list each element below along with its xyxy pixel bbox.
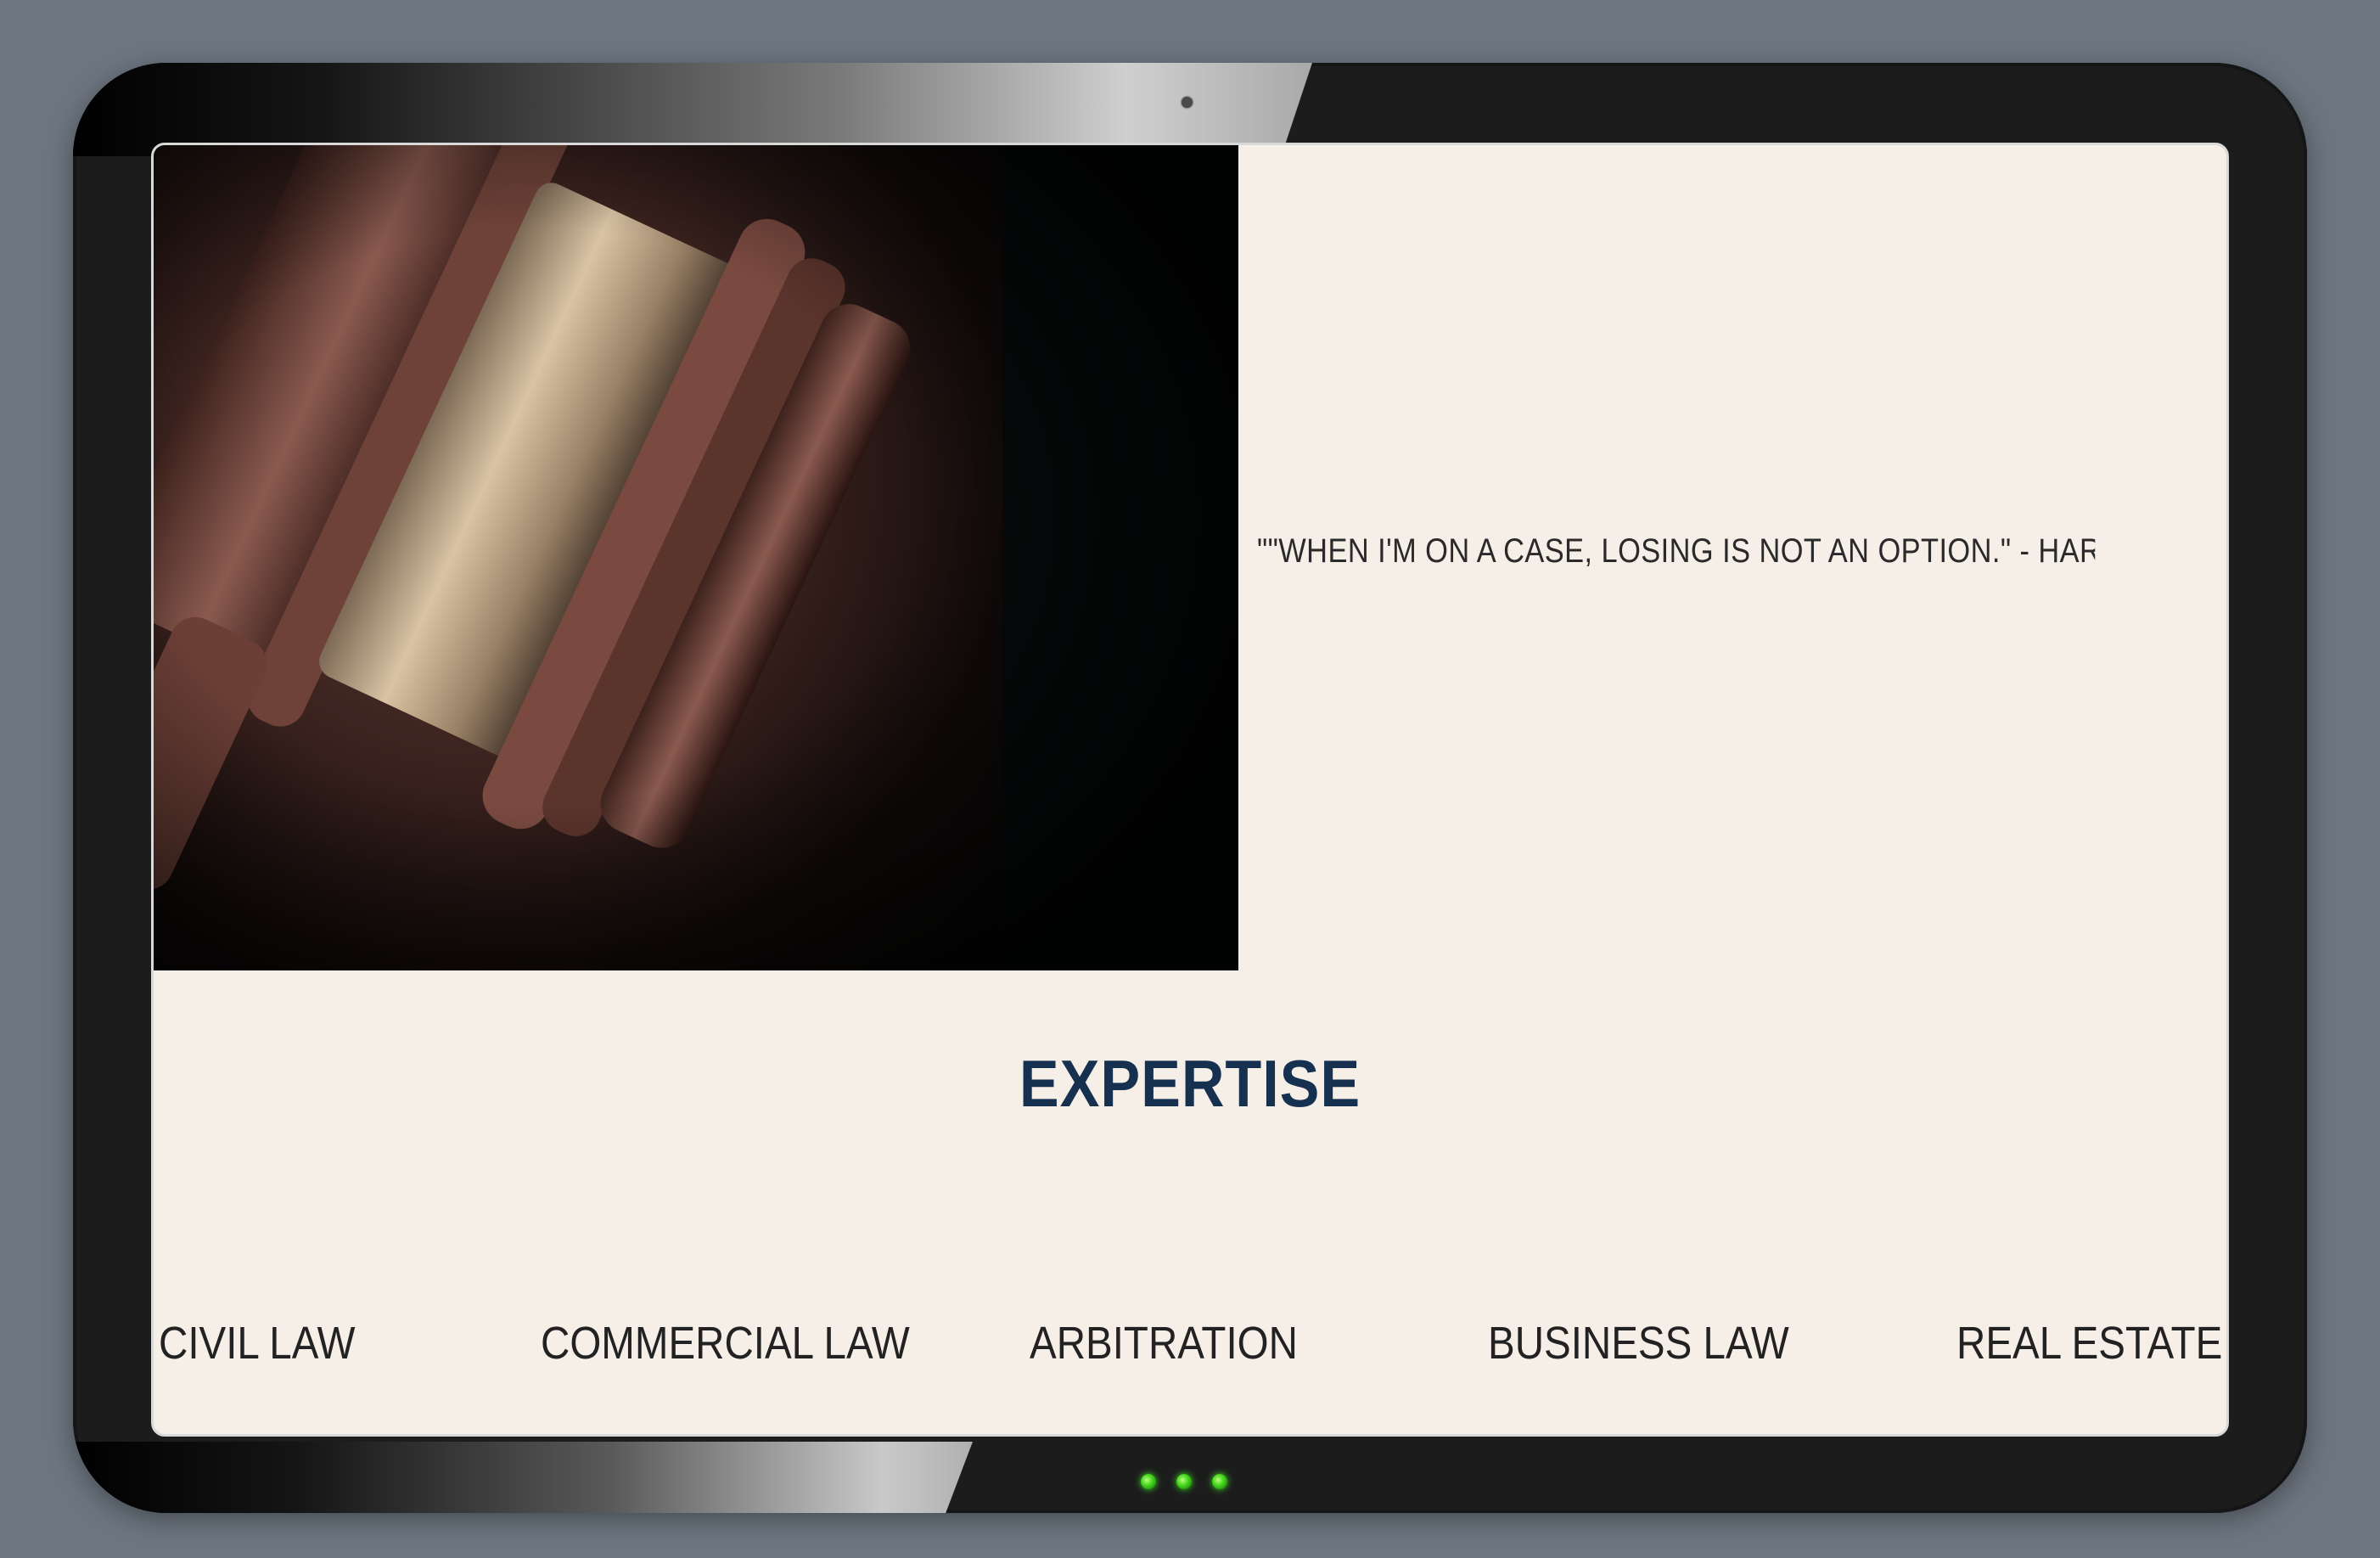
hero-quote: ""WHEN I'M ON A CASE, LOSING IS NOT AN O… [1257, 532, 2096, 570]
expertise-item-real-estate[interactable]: REAL ESTATE [1956, 1317, 2222, 1370]
expertise-item-business-law[interactable]: BUSINESS LAW [1488, 1317, 1789, 1370]
device-screen: ""WHEN I'M ON A CASE, LOSING IS NOT AN O… [151, 143, 2229, 1437]
expertise-item-arbitration[interactable]: ARBITRATION [1030, 1317, 1298, 1370]
led-indicator-icon [1176, 1474, 1192, 1489]
tablet-device-frame: ""WHEN I'M ON A CASE, LOSING IS NOT AN O… [73, 63, 2307, 1513]
expertise-list: CIVIL LAW COMMERCIAL LAW ARBITRATION BUS… [154, 1317, 2226, 1393]
status-leds [1141, 1474, 1227, 1489]
led-indicator-icon [1212, 1474, 1227, 1489]
gavel-illustration [154, 145, 1238, 970]
camera-icon [1182, 97, 1193, 108]
led-indicator-icon [1141, 1474, 1156, 1489]
bezel-highlight-bottom [73, 1442, 973, 1513]
gavel-image [154, 145, 1238, 970]
expertise-title: EXPERTISE [1019, 1046, 1361, 1121]
expertise-item-civil-law[interactable]: CIVIL LAW [159, 1317, 356, 1370]
expertise-item-commercial-law[interactable]: COMMERCIAL LAW [541, 1317, 910, 1370]
